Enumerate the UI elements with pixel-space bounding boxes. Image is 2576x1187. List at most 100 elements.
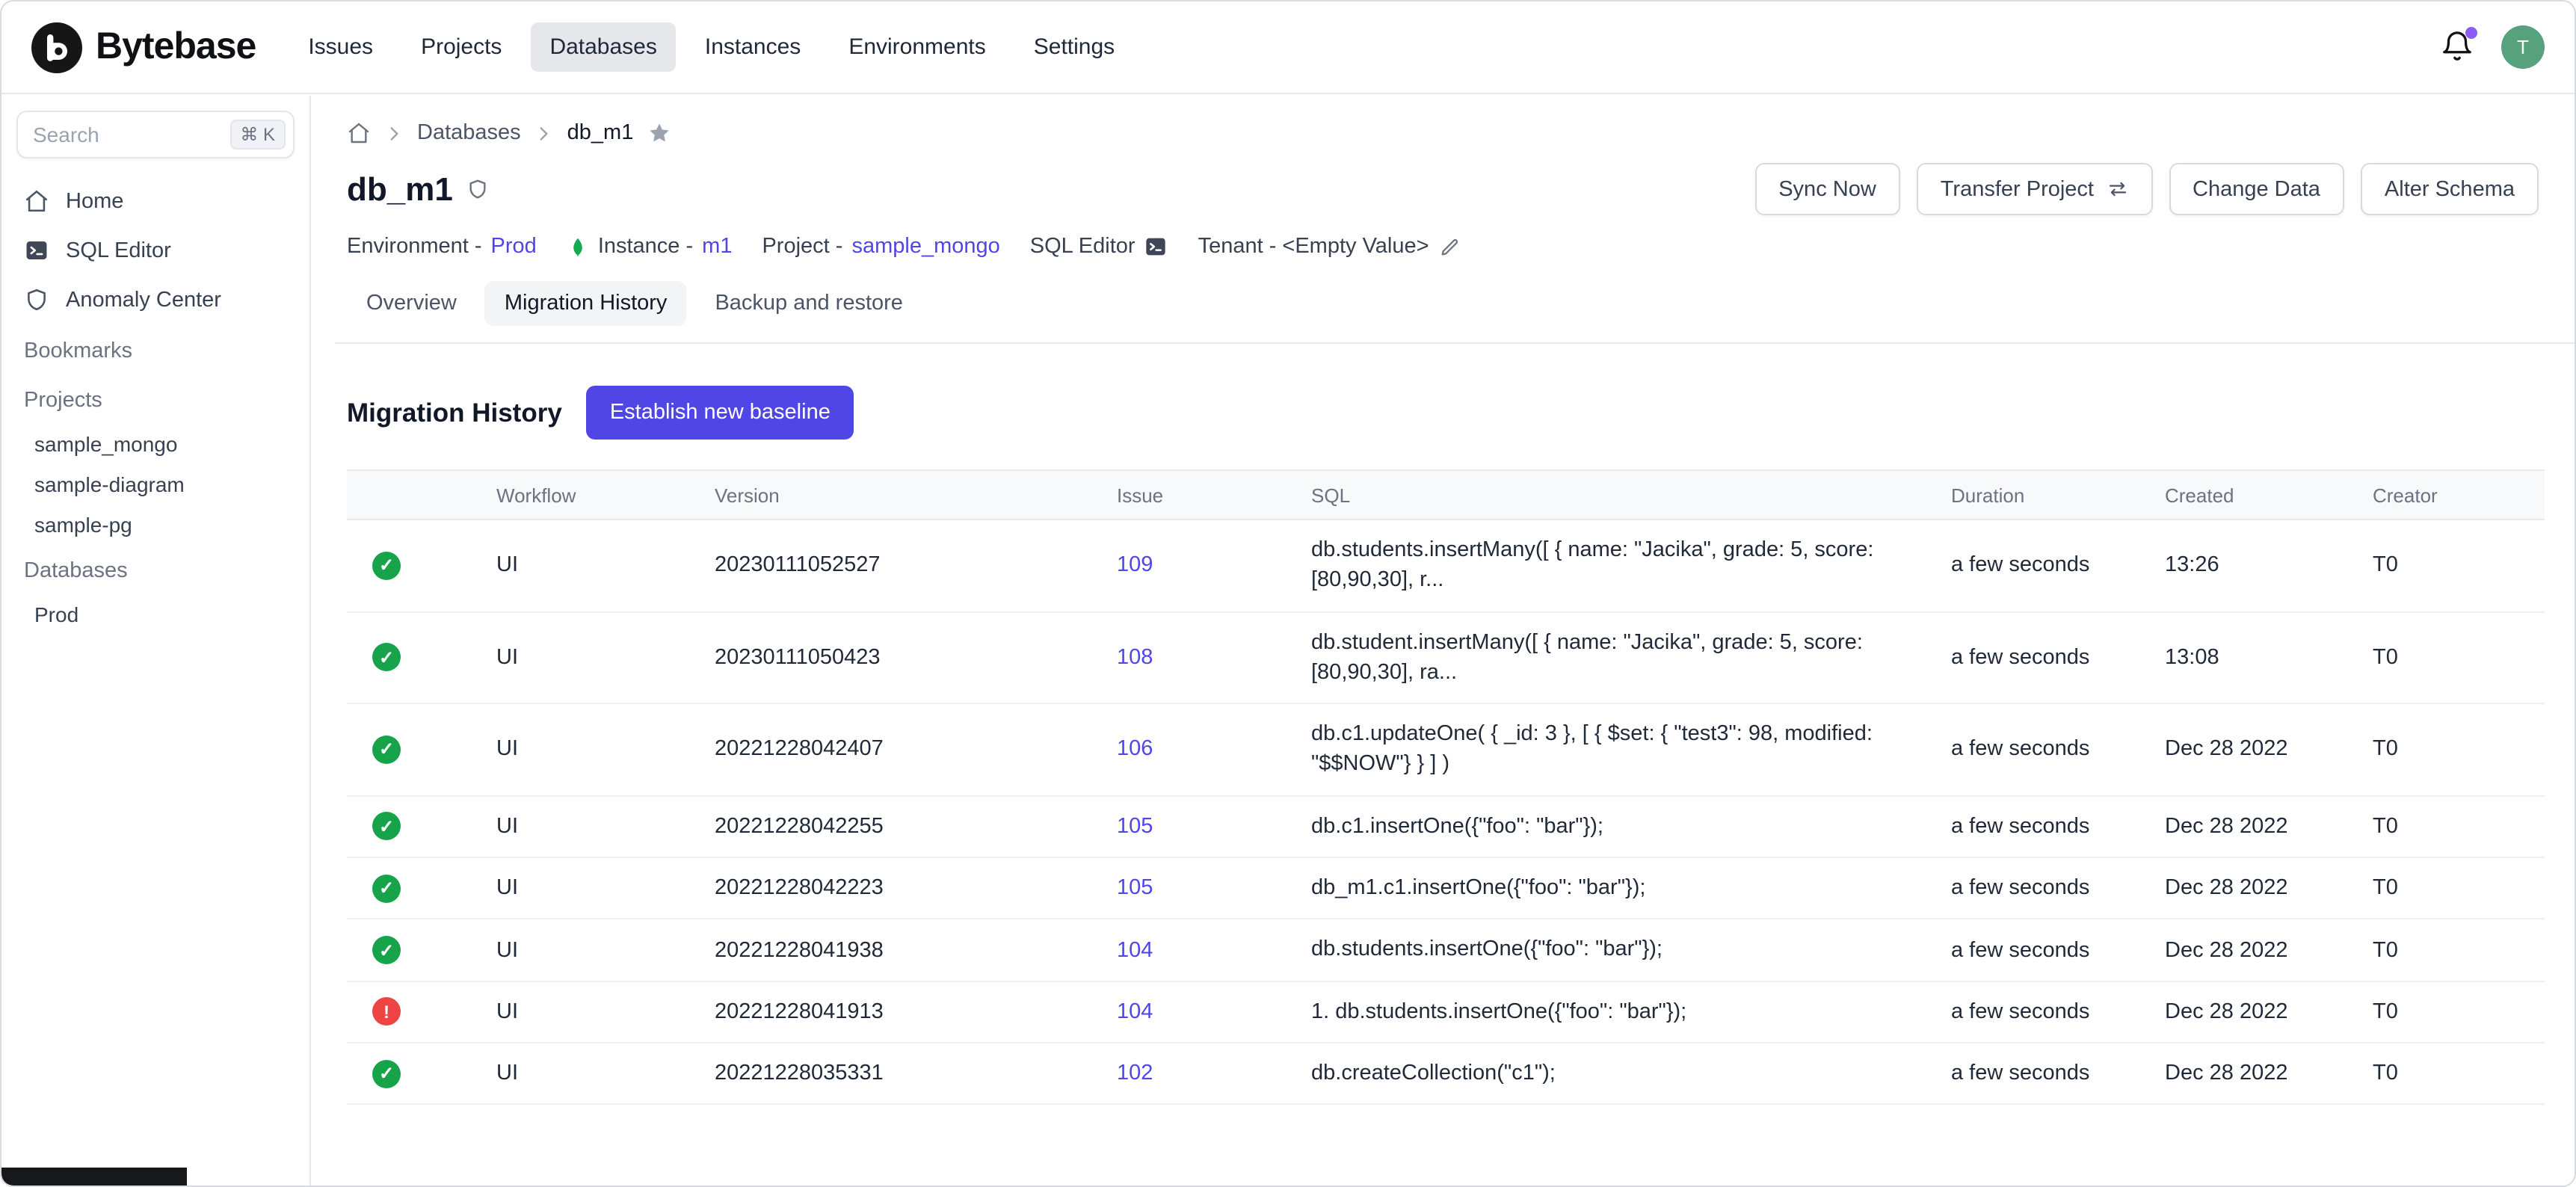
change-data-button[interactable]: Change Data	[2169, 163, 2344, 215]
tab-bar: Overview Migration History Backup and re…	[335, 281, 2575, 344]
column-header-sql: SQL	[1311, 470, 1951, 519]
sql-cell: db.student.insertMany([ { name: "Jacika"…	[1311, 611, 1951, 703]
table-row[interactable]: ✓UI20230111052527109db.students.insertMa…	[347, 519, 2545, 611]
sidebar-item-sql-editor[interactable]: SQL Editor	[1, 226, 309, 275]
duration-cell: a few seconds	[1951, 919, 2165, 981]
page-title: db_m1	[347, 170, 453, 209]
mongodb-icon	[567, 235, 589, 258]
status-cell: ✓	[347, 519, 496, 611]
alter-schema-button[interactable]: Alter Schema	[2361, 163, 2539, 215]
breadcrumb: Databases db_m1	[311, 96, 2575, 145]
tenant-meta: Tenant - <Empty Value>	[1198, 235, 1461, 259]
creator-cell: T0	[2373, 919, 2545, 981]
nav-item-issues[interactable]: Issues	[289, 22, 392, 72]
establish-baseline-button[interactable]: Establish new baseline	[586, 386, 854, 440]
search-box[interactable]: ⌘ K	[16, 111, 295, 158]
table-row[interactable]: !UI202212280419131041. db.students.inser…	[347, 981, 2545, 1043]
edit-tenant-button[interactable]	[1438, 235, 1461, 258]
status-cell: ✓	[347, 611, 496, 703]
creator-cell: T0	[2373, 703, 2545, 795]
issue-cell: 104	[1117, 919, 1311, 981]
issue-link[interactable]: 102	[1117, 1061, 1153, 1085]
duration-cell: a few seconds	[1951, 981, 2165, 1043]
sidebar-item-sample-diagram[interactable]: sample-diagram	[1, 463, 309, 504]
sidebar: ⌘ K Home SQL Editor Anomaly Center Bookm…	[1, 96, 311, 1186]
shield-icon	[24, 287, 49, 312]
sync-now-button[interactable]: Sync Now	[1754, 163, 1900, 215]
sidebar-item-label: Anomaly Center	[66, 288, 221, 312]
table-row[interactable]: ✓UI20221228035331102db.createCollection(…	[347, 1043, 2545, 1105]
creator-cell: T0	[2373, 1043, 2545, 1105]
shield-icon	[466, 178, 489, 200]
database-meta: Environment - Prod Instance - m1 Project…	[311, 235, 2575, 259]
nav-item-settings[interactable]: Settings	[1014, 22, 1134, 72]
table-row[interactable]: ✓UI20221228041938104db.students.insertOn…	[347, 919, 2545, 981]
chevron-right-icon	[534, 123, 554, 143]
star-icon[interactable]	[647, 121, 671, 145]
sidebar-item-anomaly-center[interactable]: Anomaly Center	[1, 275, 309, 324]
issue-cell: 108	[1117, 611, 1311, 703]
success-icon: ✓	[372, 936, 401, 964]
avatar[interactable]: T	[2501, 25, 2545, 69]
version-cell: 20230111050423	[715, 611, 1117, 703]
workflow-cell: UI	[496, 1043, 715, 1105]
success-icon: ✓	[372, 736, 401, 764]
nav-item-projects[interactable]: Projects	[401, 22, 521, 72]
tab-migration-history[interactable]: Migration History	[485, 281, 687, 326]
sidebar-item-prod[interactable]: Prod	[1, 594, 309, 634]
success-icon: ✓	[372, 644, 401, 672]
environment-meta: Environment - Prod	[347, 235, 537, 259]
notifications-button[interactable]	[2440, 30, 2474, 64]
migration-table-wrap: Workflow Version Issue SQL Duration Crea…	[347, 469, 2539, 1106]
project-link[interactable]: sample_mongo	[851, 235, 999, 259]
breadcrumb-databases[interactable]: Databases	[417, 121, 521, 145]
column-header-issue: Issue	[1117, 470, 1311, 519]
sidebar-section-projects: Projects	[1, 377, 309, 423]
issue-cell: 102	[1117, 1043, 1311, 1105]
created-cell: Dec 28 2022	[2165, 1043, 2373, 1105]
version-cell: 20221228041938	[715, 919, 1117, 981]
tab-overview[interactable]: Overview	[347, 281, 476, 326]
workflow-cell: UI	[496, 857, 715, 919]
duration-cell: a few seconds	[1951, 519, 2165, 611]
nav-item-environments[interactable]: Environments	[829, 22, 1005, 72]
table-row[interactable]: ✓UI20221228042223105db_m1.c1.insertOne({…	[347, 857, 2545, 919]
issue-link[interactable]: 104	[1117, 1000, 1153, 1024]
table-row[interactable]: ✓UI20230111050423108db.student.insertMan…	[347, 611, 2545, 703]
sidebar-item-home[interactable]: Home	[1, 176, 309, 226]
search-input[interactable]	[33, 123, 229, 147]
home-icon	[347, 121, 371, 145]
sidebar-item-label: SQL Editor	[66, 238, 171, 262]
workflow-cell: UI	[496, 519, 715, 611]
instance-link[interactable]: m1	[702, 235, 732, 259]
issue-link[interactable]: 105	[1117, 815, 1153, 839]
nav-item-databases[interactable]: Databases	[530, 22, 676, 72]
issue-cell: 106	[1117, 703, 1311, 795]
project-meta: Project - sample_mongo	[762, 235, 999, 259]
duration-cell: a few seconds	[1951, 857, 2165, 919]
sql-editor-meta[interactable]: SQL Editor	[1030, 235, 1168, 259]
tab-backup-restore[interactable]: Backup and restore	[695, 281, 922, 326]
sidebar-item-sample-mongo[interactable]: sample_mongo	[1, 423, 309, 463]
created-cell: 13:08	[2165, 611, 2373, 703]
migration-table: Workflow Version Issue SQL Duration Crea…	[347, 469, 2545, 1106]
sql-editor-icon	[24, 238, 49, 263]
table-row[interactable]: ✓UI20221228042255105db.c1.insertOne({"fo…	[347, 796, 2545, 858]
issue-link[interactable]: 108	[1117, 646, 1153, 670]
sidebar-item-sample-pg[interactable]: sample-pg	[1, 504, 309, 544]
transfer-project-button[interactable]: Transfer Project	[1917, 163, 2152, 215]
status-cell: ✓	[347, 1043, 496, 1105]
breadcrumb-home[interactable]	[347, 121, 371, 145]
bytebase-logo-icon	[31, 22, 82, 73]
issue-link[interactable]: 109	[1117, 554, 1153, 578]
sql-editor-icon[interactable]	[1144, 235, 1168, 259]
issue-link[interactable]: 106	[1117, 738, 1153, 762]
brand[interactable]: Bytebase	[31, 22, 256, 73]
environment-link[interactable]: Prod	[491, 235, 537, 259]
created-cell: Dec 28 2022	[2165, 919, 2373, 981]
column-header-creator: Creator	[2373, 470, 2545, 519]
nav-item-instances[interactable]: Instances	[685, 22, 820, 72]
issue-link[interactable]: 105	[1117, 876, 1153, 900]
issue-link[interactable]: 104	[1117, 938, 1153, 962]
table-row[interactable]: ✓UI20221228042407106db.c1.updateOne( { _…	[347, 703, 2545, 795]
